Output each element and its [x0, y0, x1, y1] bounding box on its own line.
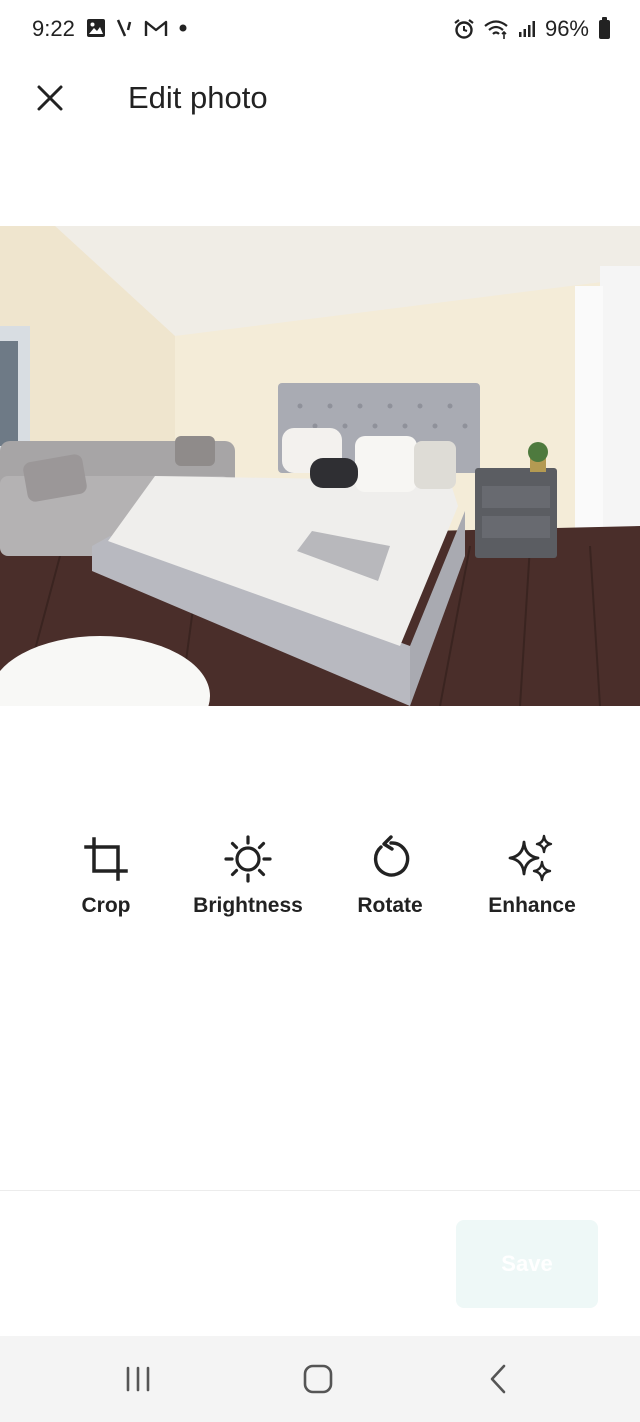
signal-tool-icon — [116, 19, 132, 37]
wifi-icon — [484, 20, 508, 39]
save-button[interactable]: Save — [456, 1220, 598, 1308]
close-icon — [37, 85, 63, 111]
cell-signal-icon — [518, 21, 535, 37]
page-title: Edit photo — [128, 80, 268, 115]
brightness-icon — [224, 835, 272, 883]
battery-icon — [599, 16, 610, 39]
enhance-tool[interactable]: Enhance — [462, 832, 602, 918]
battery-percent: 96% — [544, 16, 589, 41]
footer-divider — [0, 1190, 640, 1191]
back-button[interactable] — [468, 1354, 528, 1404]
status-left-icons — [86, 18, 188, 38]
edit-tools: Crop Brightness Rotate Enhance — [0, 832, 640, 932]
system-nav-bar — [0, 1336, 640, 1422]
rotate-label: Rotate — [357, 894, 423, 917]
rotate-tool[interactable]: Rotate — [320, 832, 460, 918]
enhance-label: Enhance — [488, 894, 576, 917]
close-button[interactable] — [28, 76, 72, 120]
back-icon — [490, 1364, 506, 1394]
sparkle-icon — [508, 834, 553, 882]
recents-icon — [126, 1366, 150, 1392]
home-icon — [303, 1364, 333, 1394]
crop-label: Crop — [81, 894, 131, 917]
crop-tool[interactable]: Crop — [36, 832, 176, 918]
status-time: 9:22 — [32, 16, 75, 41]
rotate-icon — [373, 835, 410, 877]
brightness-tool[interactable]: Brightness — [178, 832, 318, 918]
bedroom-photo — [0, 226, 640, 706]
brightness-label: Brightness — [193, 894, 303, 917]
crop-icon — [84, 837, 128, 881]
app-header: Edit photo — [0, 62, 640, 134]
gallery-icon — [87, 19, 105, 37]
status-bar: 9:22 96% — [0, 0, 640, 60]
home-button[interactable] — [288, 1354, 348, 1404]
recents-button[interactable] — [108, 1354, 168, 1404]
gmail-icon — [144, 20, 168, 36]
status-right-icons: 96% — [453, 16, 610, 42]
alarm-icon — [454, 19, 474, 39]
dot-icon — [179, 24, 187, 32]
photo-preview — [0, 226, 640, 706]
